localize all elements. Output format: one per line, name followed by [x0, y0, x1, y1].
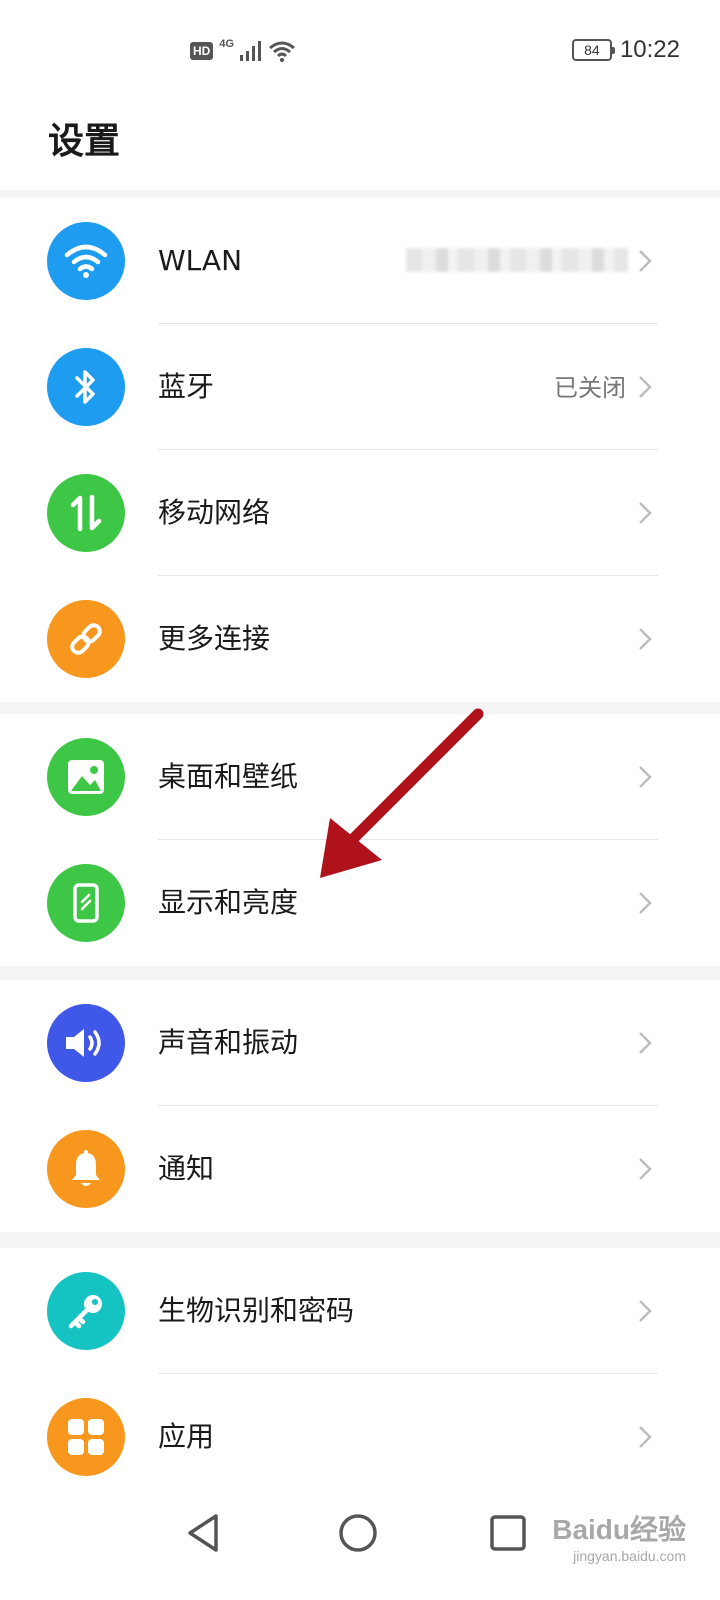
- speaker-icon: [47, 1004, 125, 1082]
- settings-item-label: WLAN: [158, 244, 243, 277]
- image-icon: [47, 738, 125, 816]
- settings-item-label: 声音和振动: [158, 1026, 299, 1059]
- status-right: 84 10:22: [571, 36, 680, 64]
- apps-grid-icon: [47, 1398, 125, 1476]
- chevron-right-icon: [639, 628, 652, 650]
- status-left: HD 4G: [190, 38, 296, 62]
- back-icon[interactable]: [180, 1508, 230, 1558]
- chevron-right-icon: [639, 1032, 652, 1054]
- signal-icon: [240, 41, 262, 61]
- watermark-logo: Baidu经验: [552, 1514, 686, 1545]
- settings-item-label: 生物识别和密码: [158, 1294, 355, 1327]
- settings-item-label: 桌面和壁纸: [158, 760, 299, 793]
- settings-item-label: 通知: [158, 1152, 215, 1185]
- recents-icon[interactable]: [483, 1508, 533, 1558]
- settings-item-label: 更多连接: [158, 622, 271, 655]
- settings-item-label: 应用: [158, 1420, 215, 1453]
- status-bar: HD 4G 84 10:22: [0, 0, 720, 100]
- settings-item-notifications[interactable]: 通知: [0, 1106, 720, 1232]
- wifi-icon: [47, 222, 125, 300]
- settings-group-connectivity: WLAN 蓝牙 已关闭 移动网络 更多连接: [0, 198, 720, 702]
- key-icon: [47, 1272, 125, 1350]
- chevron-right-icon: [639, 502, 652, 524]
- header: 设置: [0, 100, 720, 190]
- bluetooth-icon: [47, 348, 125, 426]
- settings-item-more-connections[interactable]: 更多连接: [0, 576, 720, 702]
- settings-item-label: 显示和亮度: [158, 886, 299, 919]
- clock: 10:22: [619, 36, 680, 63]
- phone-display-icon: [47, 864, 125, 942]
- network-type-label: 4G: [219, 38, 235, 50]
- bell-icon: [47, 1130, 125, 1208]
- chevron-right-icon: [639, 1158, 652, 1180]
- wlan-network-name-blurred: [406, 248, 628, 272]
- mobile-data-icon: [47, 474, 125, 552]
- settings-item-label: 蓝牙: [158, 370, 215, 403]
- page-title: 设置: [48, 121, 121, 162]
- watermark: Baidu经验 jingyan.baidu.com: [552, 1508, 686, 1564]
- settings-item-wlan[interactable]: WLAN: [0, 198, 720, 324]
- settings-item-sound-vibration[interactable]: 声音和振动: [0, 980, 720, 1106]
- settings-item-biometrics-password[interactable]: 生物识别和密码: [0, 1248, 720, 1374]
- chevron-right-icon: [639, 1300, 652, 1322]
- battery-icon: 84: [571, 39, 615, 61]
- wifi-status-icon: [269, 41, 295, 62]
- bluetooth-status: 已关闭: [554, 374, 626, 402]
- chevron-right-icon: [639, 250, 652, 272]
- settings-item-label: 移动网络: [158, 496, 271, 529]
- chevron-right-icon: [639, 376, 652, 398]
- chevron-right-icon: [639, 1426, 652, 1448]
- settings-group-sound: 声音和振动 通知: [0, 980, 720, 1232]
- settings-item-mobile-network[interactable]: 移动网络: [0, 450, 720, 576]
- hd-badge: HD: [190, 42, 214, 60]
- link-icon: [47, 600, 125, 678]
- settings-group-security-apps: 生物识别和密码 应用: [0, 1248, 720, 1500]
- settings-item-bluetooth[interactable]: 蓝牙 已关闭: [0, 324, 720, 450]
- chevron-right-icon: [639, 766, 652, 788]
- chevron-right-icon: [639, 892, 652, 914]
- battery-level: 84: [584, 42, 600, 58]
- annotation-arrow-icon: [320, 708, 484, 878]
- watermark-url: jingyan.baidu.com: [573, 1548, 686, 1564]
- home-icon[interactable]: [333, 1508, 383, 1558]
